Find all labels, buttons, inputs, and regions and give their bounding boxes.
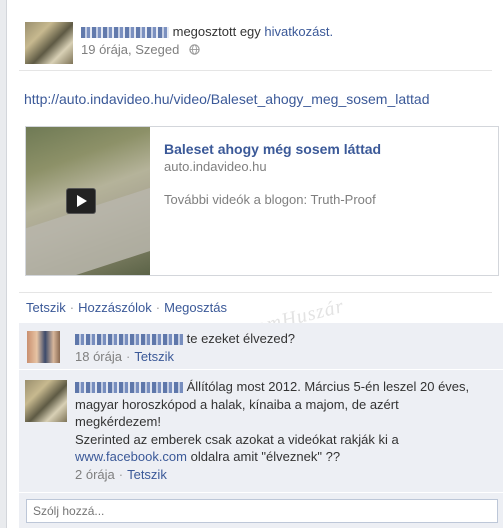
header-divider	[19, 70, 492, 71]
preview-title[interactable]: Baleset ahogy még sosem láttad	[164, 141, 381, 157]
comment-2-line-1: Állítólag most 2012. Március 5-én leszel…	[75, 378, 503, 396]
commenter-avatar-1[interactable]	[27, 331, 60, 363]
post-meta: 19 órája, Szeged	[81, 42, 200, 57]
comment-2-like[interactable]: Tetszik	[127, 467, 167, 482]
reply-area	[19, 493, 503, 528]
shared-url[interactable]: http://auto.indavideo.hu/video/Baleset_a…	[24, 91, 430, 107]
comment-2-text-5: oldalra amit "élveznek" ??	[190, 449, 341, 464]
comment-1: te ezeket élvezed? 18 órája · Tetszik	[19, 323, 503, 369]
comment-1-meta: 18 órája · Tetszik	[75, 349, 175, 364]
comment-2: Állítólag most 2012. Március 5-én leszel…	[19, 370, 503, 492]
comment-2-text-1: Állítólag most 2012. Március 5-én leszel…	[186, 379, 470, 394]
play-icon[interactable]	[67, 189, 95, 213]
comment-1-body: te ezeket élvezed?	[75, 331, 295, 346]
commenter-name-2-blurred[interactable]	[75, 382, 183, 394]
comment-1-text: te ezeket élvezed?	[186, 331, 296, 346]
comment-2-time[interactable]: 2 órája	[75, 467, 115, 482]
preview-description: További videók a blogon: Truth-Proof	[164, 192, 376, 207]
commenter-name-1-blurred[interactable]	[75, 334, 183, 346]
author-name-blurred[interactable]	[81, 27, 169, 39]
preview-domain: auto.indavideo.hu	[164, 159, 267, 174]
globe-icon	[189, 43, 200, 55]
comment-1-like[interactable]: Tetszik	[134, 349, 174, 364]
comment-1-time[interactable]: 18 órája	[75, 349, 122, 364]
comment-2-meta: 2 órája · Tetszik	[75, 466, 167, 482]
share-button[interactable]: Megosztás	[164, 300, 227, 315]
author-avatar[interactable]	[25, 22, 73, 64]
comment-2-text-3: megkérdezem!	[75, 414, 161, 429]
comment-2-body: Állítólag most 2012. Március 5-én leszel…	[75, 378, 503, 483]
commenter-avatar-2[interactable]	[25, 380, 67, 422]
comment-2-text-2: magyar horoszkópod a halak, kínaiba a ma…	[75, 396, 399, 412]
post-header: megosztott egy hivatkozást.	[81, 24, 333, 39]
comment-2-line-5: www.facebook.com oldalra amit "élveznek"…	[75, 448, 503, 466]
actions-divider	[19, 292, 492, 293]
post-time[interactable]: 19 órája, Szeged	[81, 42, 179, 57]
action-text: megosztott egy	[172, 24, 261, 39]
reply-input[interactable]	[26, 499, 498, 523]
action-link[interactable]: hivatkozást.	[264, 24, 333, 39]
feed-story: megosztott egy hivatkozást. 19 órája, Sz…	[6, 0, 503, 528]
like-button[interactable]: Tetszik	[26, 300, 66, 315]
link-preview[interactable]: Baleset ahogy még sosem láttad auto.inda…	[25, 126, 499, 276]
comment-2-text-4: Szerinted az emberek csak azokat a videó…	[75, 431, 399, 447]
post-actions: Tetszik · Hozzászólok · Megosztás	[26, 300, 227, 315]
comment-button[interactable]: Hozzászólok	[78, 300, 152, 315]
video-thumbnail[interactable]	[26, 127, 150, 275]
comment-2-link[interactable]: www.facebook.com	[75, 449, 187, 464]
